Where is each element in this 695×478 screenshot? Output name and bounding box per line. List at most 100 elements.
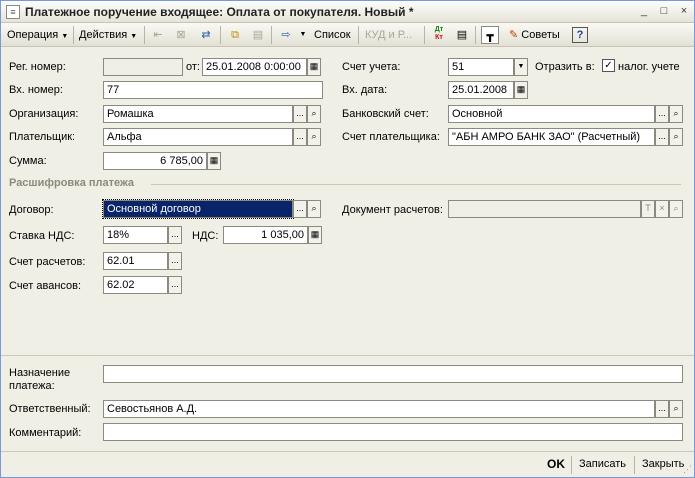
toolbar: Операция ▼ Действия ▼ ⇤ ⊠ ⇄ ⧉ ▤ ⇨ ▼ Спис… [1, 23, 694, 47]
comment-label: Комментарий: [9, 427, 82, 439]
comment-field[interactable] [103, 423, 683, 441]
vat-field[interactable]: 1 035,00 [223, 226, 308, 244]
actions-menu[interactable]: Действия ▼ [79, 27, 137, 43]
save-button[interactable]: Записать [579, 458, 626, 470]
operation-menu[interactable]: Операция ▼ [7, 27, 68, 43]
select-button[interactable]: ... [293, 105, 307, 123]
account-field[interactable]: 51 [448, 58, 514, 76]
refresh-icon[interactable]: ⇄ [197, 26, 215, 44]
in-number-field[interactable]: 77 [103, 81, 323, 99]
select-button[interactable]: ... [655, 105, 669, 123]
maximize-button[interactable]: □ [656, 4, 672, 19]
chevron-down-icon: ▼ [130, 33, 138, 40]
print-doc-icon[interactable]: ▤ [249, 26, 267, 44]
select-button[interactable]: ... [293, 200, 307, 218]
dt-kt-icon[interactable]: Дт Кт [430, 26, 448, 44]
advance-account-field[interactable]: 62.02 [103, 276, 168, 294]
tax-accounting-checkbox[interactable]: ✓ [602, 59, 615, 72]
close-button[interactable]: Закрыть [642, 458, 684, 470]
search-icon[interactable]: ⌕ [669, 128, 683, 146]
settle-account-field[interactable]: 62.01 [103, 252, 168, 270]
search-icon[interactable]: ⌕ [669, 105, 683, 123]
purpose-label-2: платежа: [9, 380, 55, 392]
organization-label: Организация: [9, 108, 79, 120]
toolbar-separator [475, 26, 476, 44]
calculator-icon[interactable]: ▦ [308, 226, 322, 244]
section-divider [151, 184, 681, 185]
sum-field[interactable]: 6 785,00 [103, 152, 207, 170]
window-title: Платежное поручение входящее: Оплата от … [25, 5, 414, 19]
payer-field[interactable]: Альфа [103, 128, 293, 146]
select-button[interactable]: ... [655, 128, 669, 146]
settlement-doc-field[interactable] [448, 200, 641, 218]
ok-button[interactable]: OK [547, 457, 565, 471]
toolbar-separator [144, 26, 145, 44]
help-icon[interactable]: ? [572, 27, 588, 43]
search-icon[interactable]: ⌕ [669, 200, 683, 218]
toolbar-separator [220, 26, 221, 44]
close-window-button[interactable]: × [676, 4, 692, 19]
footer-separator [634, 456, 635, 474]
toolbar-separator [358, 26, 359, 44]
calculator-icon[interactable]: ▦ [207, 152, 221, 170]
select-button[interactable]: ... [293, 128, 307, 146]
select-button[interactable]: ... [168, 276, 182, 294]
contract-field[interactable]: Основной договор [102, 199, 294, 219]
unpost-icon[interactable]: ⊠ [172, 26, 190, 44]
tips-label: Советы [521, 29, 560, 41]
in-date-field[interactable]: 25.01.2008 [448, 81, 514, 99]
select-button[interactable]: ... [168, 252, 182, 270]
reg-number-label: Рег. номер: [9, 61, 66, 73]
list-button[interactable]: Список [314, 27, 351, 43]
dt-label: Дт [434, 26, 444, 33]
goto-icon[interactable]: ⇨ [277, 26, 295, 44]
journal-icon[interactable]: ▤ [453, 26, 471, 44]
kud-button[interactable]: КУД и Р... [365, 27, 412, 43]
settle-account-label: Счет расчетов: [9, 256, 86, 268]
select-button[interactable]: ... [168, 226, 182, 244]
search-icon[interactable]: ⌕ [307, 128, 321, 146]
minimize-button[interactable]: _ [636, 4, 652, 19]
advance-account-label: Счет авансов: [9, 280, 82, 292]
select-button[interactable]: ... [655, 400, 669, 418]
toolbar-separator [424, 26, 425, 44]
copy-doc-icon[interactable]: ⧉ [226, 26, 244, 44]
tax-accounting-label: налог. учете [618, 61, 680, 73]
search-icon[interactable]: ⌕ [307, 105, 321, 123]
document-window: ≡ Платежное поручение входящее: Оплата о… [0, 0, 695, 478]
reflect-label: Отразить в: [535, 61, 595, 73]
post-icon[interactable]: ⇤ [149, 26, 167, 44]
vat-rate-field[interactable]: 18% [103, 226, 168, 244]
calendar-icon[interactable]: ▦ [514, 81, 528, 99]
from-date-field[interactable]: 25.01.2008 0:00:00 [202, 58, 307, 76]
clear-icon[interactable]: × [655, 200, 669, 218]
dropdown-icon[interactable]: ▼ [514, 58, 528, 76]
structure-icon[interactable]: ┳ [481, 26, 499, 44]
search-icon[interactable]: ⌕ [669, 400, 683, 418]
chevron-down-icon[interactable]: ▼ [294, 26, 312, 44]
tips-icon: ✎ [509, 29, 519, 41]
document-icon: ≡ [6, 5, 20, 19]
reg-number-field[interactable] [103, 58, 183, 76]
toolbar-separator [271, 26, 272, 44]
kt-label: Кт [435, 34, 443, 41]
purpose-label: Назначение [9, 367, 71, 379]
actions-menu-label: Действия [79, 29, 128, 41]
search-icon[interactable]: ⌕ [307, 200, 321, 218]
responsible-field[interactable]: Севостьянов А.Д. [103, 400, 655, 418]
type-icon[interactable]: T [641, 200, 655, 218]
chevron-down-icon: ▼ [61, 33, 69, 40]
from-label: от: [186, 61, 200, 73]
purpose-field[interactable] [103, 365, 683, 383]
organization-field[interactable]: Ромашка [103, 105, 293, 123]
operation-menu-label: Операция [7, 29, 59, 41]
sum-label: Сумма: [9, 155, 47, 167]
payer-label: Плательщик: [9, 131, 76, 143]
bank-account-field[interactable]: Основной [448, 105, 655, 123]
resize-grip-icon[interactable]: ⋰ [683, 464, 692, 475]
tips-button[interactable]: ✎ Советы [509, 27, 560, 43]
footer-bar: OK Записать Закрыть ⋰ [1, 451, 694, 477]
settlement-doc-label: Документ расчетов: [342, 204, 443, 216]
payer-account-field[interactable]: "АБН АМРО БАНК ЗАО" (Расчетный) [448, 128, 655, 146]
calendar-icon[interactable]: ▦ [307, 58, 321, 76]
